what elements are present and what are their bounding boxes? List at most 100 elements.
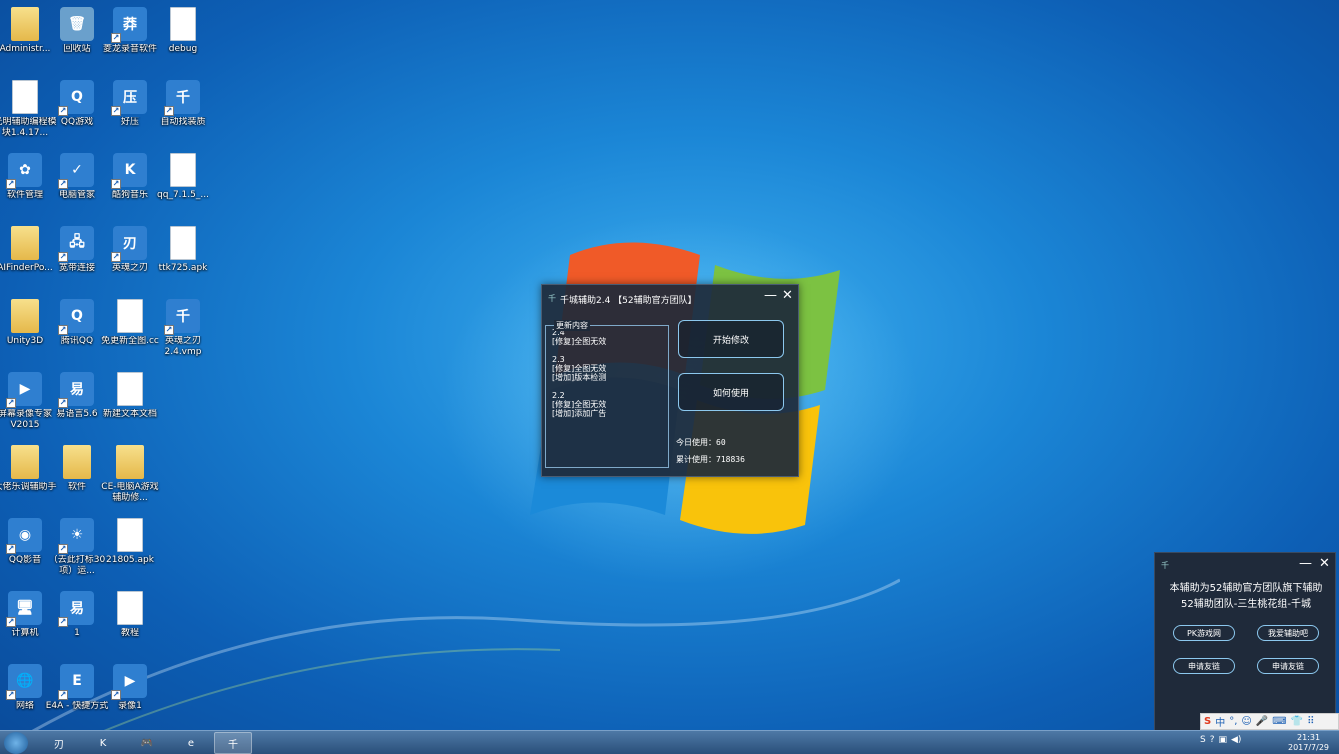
sogou-icon[interactable]: S [1204,716,1211,727]
total-usage-value: 718836 [716,455,745,464]
ime-toolbar[interactable]: S 中 °, ☺ 🎤 ⌨ 👕 ⠿ [1200,713,1339,730]
update-log-line [552,346,662,355]
pk-game-link-button[interactable]: PK游戏网 [1173,625,1235,641]
apply-link-button-2[interactable]: 申请友链 [1257,658,1319,674]
folder-icon [63,445,91,479]
taskbar-item-qiancheng[interactable]: 千 [214,732,252,754]
app-icon: 易 ↗ [58,372,94,408]
emoji-icon[interactable]: ☺ [1241,716,1251,727]
volume-icon[interactable]: ◀) [1231,735,1241,745]
keyboard-icon[interactable]: ⌨ [1272,716,1286,727]
taskbar-item-game[interactable]: 刃 [40,732,78,754]
file-icon [117,299,143,333]
app-icon: 千 [548,294,556,303]
popup-close-button[interactable]: ✕ [1319,556,1330,571]
system-tray[interactable]: S ? ▣ ◀) [1200,735,1241,745]
taskbar-item-ie[interactable]: e [172,732,210,754]
desktop-icon-label: 录像1 [118,701,142,711]
desktop-icon-label: CE-电脑A游戏辅助修... [101,482,159,503]
shortcut-arrow-icon: ↗ [111,690,121,700]
today-usage: 今日使用：60 [676,437,726,448]
qiancheng-window[interactable]: 千 千城辅助2.4 【52辅助官方团队】 — ✕ 更新内容 2.4 [修复]全图无… [541,284,799,477]
folder-icon [11,445,39,479]
desktop-icon-label: ttk725.apk [158,263,208,273]
clock-time: 21:31 [1296,733,1321,742]
shortcut-arrow-icon: ↗ [111,106,121,116]
skin-icon[interactable]: 👕 [1291,716,1303,727]
update-log-line [552,382,662,391]
shortcut-arrow-icon: ↗ [164,106,174,116]
ime-mode-toggle[interactable]: 中 [1215,714,1225,729]
popup-line-2: 52辅助团队-三生桃花组-千城 [1181,599,1311,610]
folder-icon [116,445,144,479]
folder-icon [11,226,39,260]
close-button[interactable]: ✕ [782,288,793,303]
shortcut-arrow-icon: ↗ [6,690,16,700]
desktop-icon-label: 新建文本文档 [102,409,157,419]
desktop-icon-label: qq_7.1.5_... [157,190,209,200]
file-icon [170,226,196,260]
desktop-icon[interactable]: ▶ ↗ 录像1 [97,661,163,727]
window-title: 千城辅助2.4 【52辅助官方团队】 [560,296,697,306]
desktop-icon[interactable]: 新建文本文档 [97,369,163,435]
today-usage-label: 今日使用： [676,438,716,447]
app-icon: ✿ ↗ [6,153,42,189]
clock[interactable]: 21:31 2017/7/29 [1288,733,1329,753]
app-icon: ▶ ↗ [111,664,147,700]
start-modify-button[interactable]: 开始修改 [678,320,784,358]
app-icon: 千 ↗ [164,299,200,335]
file-icon [117,591,143,625]
shortcut-arrow-icon: ↗ [6,617,16,627]
desktop-icon[interactable]: debug [150,4,216,70]
fuzhu-bar-link-button[interactable]: 我爱辅助吧 [1257,625,1319,641]
folder-icon [11,7,39,41]
update-content-box: 更新内容 2.4 [修复]全图无效 2.3 [修复]全图无效 [增加]版本检测 2.2 [修… [545,320,669,468]
today-usage-value: 60 [716,438,726,447]
desktop-icon-label: 教程 [120,628,139,638]
app-icon: Q ↗ [58,80,94,116]
desktop-icon[interactable]: 教程 [97,588,163,654]
shortcut-arrow-icon: ↗ [164,325,174,335]
desktop-icon-label: 自动找装质 [160,117,206,127]
desktop-icon[interactable]: 千 ↗ 英魂之刃2.4.vmp [150,296,216,362]
sogou-tray-icon[interactable]: S [1200,735,1206,745]
how-to-use-button[interactable]: 如何使用 [678,373,784,411]
app-icon: 压 ↗ [111,80,147,116]
app-icon: 🖧 ↗ [58,226,94,262]
punctuation-icon[interactable]: °, [1229,716,1237,727]
desktop-icon-label: 21805.apk [106,555,154,565]
desktop-icon[interactable]: 21805.apk [97,515,163,581]
network-tray-icon[interactable]: ▣ [1219,735,1228,745]
file-icon [117,372,143,406]
help-tray-icon[interactable]: ? [1210,735,1215,745]
bin-icon: 🗑 [60,7,94,41]
update-log-line: 2.3 [552,355,565,364]
start-button[interactable] [4,732,28,754]
shortcut-arrow-icon: ↗ [58,106,68,116]
desktop-icon-label: 英魂之刃2.4.vmp [164,336,202,357]
apply-link-button-1[interactable]: 申请友链 [1173,658,1235,674]
shortcut-arrow-icon: ↗ [58,617,68,627]
shortcut-arrow-icon: ↗ [6,544,16,554]
file-icon [12,80,38,114]
toolbox-icon[interactable]: ⠿ [1307,716,1314,727]
desktop-icon[interactable]: CE-电脑A游戏辅助修... [97,442,163,508]
desktop-icon[interactable]: 千 ↗ 自动找装质 [150,77,216,143]
minimize-button[interactable]: — [764,288,777,303]
shortcut-arrow-icon: ↗ [111,252,121,262]
ad-popup[interactable]: 千 — ✕ 本辅助为52辅助官方团队旗下辅助 52辅助团队-三生桃花组-千城 P… [1154,552,1336,732]
popup-minimize-button[interactable]: — [1299,556,1312,571]
app-icon: 🖥 ↗ [6,591,42,627]
folder-icon [11,299,39,333]
taskbar-item-qqgame[interactable]: 🎮 [128,732,166,754]
shortcut-arrow-icon: ↗ [58,398,68,408]
taskbar-item-kugou[interactable]: K [84,732,122,754]
voice-icon[interactable]: 🎤 [1256,716,1268,727]
shortcut-arrow-icon: ↗ [6,179,16,189]
shortcut-arrow-icon: ↗ [58,252,68,262]
update-log-line: [增加]添加广告 [552,409,607,418]
app-icon: Q ↗ [58,299,94,335]
desktop-icon[interactable]: qq_7.1.5_... [150,150,216,216]
desktop-icon[interactable]: ttk725.apk [150,223,216,289]
update-log-line: [增加]版本检测 [552,373,607,382]
